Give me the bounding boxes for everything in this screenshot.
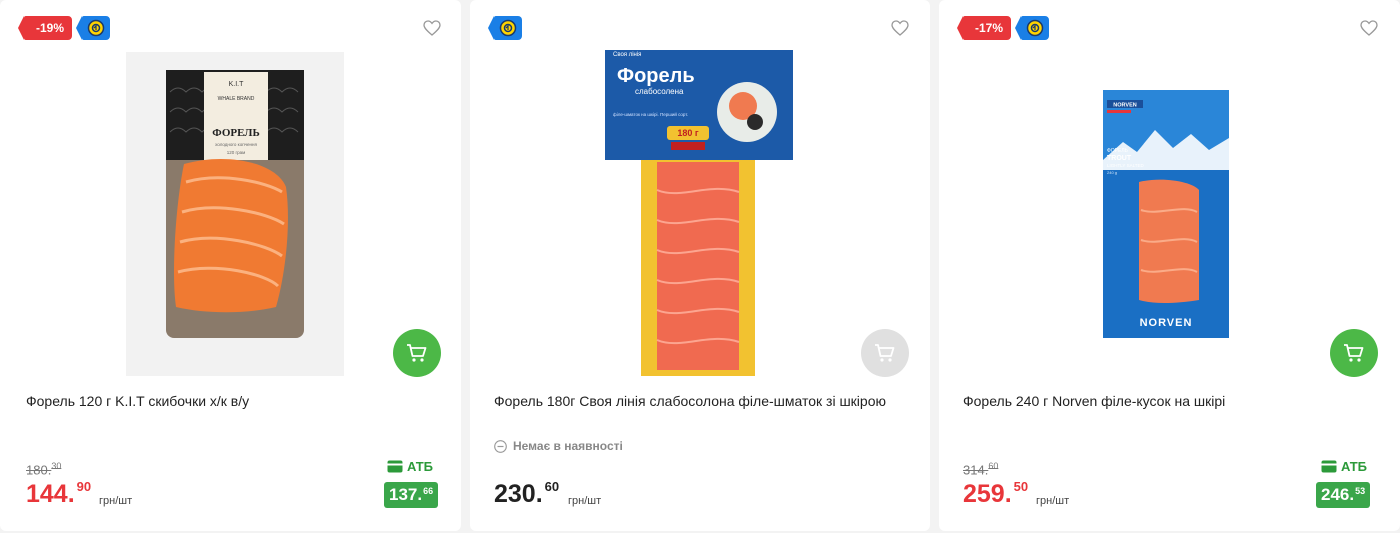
package-brand-sub: WHALE BRAND: [218, 96, 255, 102]
product-image[interactable]: NORVEN ФОРЕЛЬ TROUT LIGHTLY SALTED 240 g…: [1103, 90, 1229, 338]
price-int: 230.: [494, 480, 543, 508]
package-sub-en: LIGHTLY SALTED: [1107, 163, 1145, 168]
coin-promo-icon: [488, 16, 522, 40]
favorite-heart-icon[interactable]: [423, 20, 441, 36]
favorite-heart-icon[interactable]: [1360, 20, 1378, 36]
current-price: 144. 90: [26, 478, 91, 510]
product-card[interactable]: -17% NORVEN ФОРЕЛЬ TROUT LIGHTLY SALTED …: [939, 0, 1400, 531]
discount-badge: -19%: [17, 16, 73, 40]
package-name-en: TROUT: [1107, 155, 1132, 162]
old-price: 314.60: [963, 461, 998, 477]
product-title[interactable]: Форель 120 г K.I.T скибочки х/к в/у: [26, 390, 436, 413]
stock-status-text: Немає в наявності: [513, 439, 623, 453]
discount-badge: -17%: [956, 16, 1012, 40]
card-icon: [1321, 460, 1337, 473]
price-cents: 60: [544, 479, 560, 494]
package-name: ФОРЕЛЬ: [212, 127, 260, 139]
old-price-cents: 60: [988, 461, 999, 471]
product-title[interactable]: Форель 240 г Norven філе-кусок на шкірі: [963, 390, 1373, 413]
package-tagline: філе-шматок на шкірі. Перший сорт.: [613, 111, 688, 117]
product-image[interactable]: K.I.T WHALE BRAND ФОРЕЛЬ холодного копче…: [126, 52, 344, 376]
current-price: 259. 50: [963, 478, 1028, 510]
loyalty-price-int: 137.: [389, 485, 423, 504]
product-card[interactable]: Своя лінія Форель слабосолена філе-шмато…: [470, 0, 930, 531]
add-to-cart-button[interactable]: [1330, 329, 1378, 377]
stock-status: Немає в наявності: [494, 439, 623, 453]
loyalty-price-cents: 53: [1355, 486, 1366, 496]
minus-circle-icon: [494, 439, 507, 453]
current-price: 230. 60: [494, 478, 559, 510]
package-desc: холодного копчення: [215, 142, 257, 147]
loyalty-price: 246. 53: [1316, 482, 1371, 508]
package-name-ua: ФОРЕЛЬ: [1107, 148, 1129, 154]
price-unit: грн/шт: [568, 495, 602, 507]
price-unit: грн/шт: [99, 495, 133, 507]
package-sub: слабосолена: [635, 87, 684, 96]
loyalty-price-cents: 66: [423, 486, 434, 496]
price-unit: грн/шт: [1036, 495, 1070, 507]
old-price-int: 314.: [963, 462, 989, 478]
product-title[interactable]: Форель 180г Своя лінія слабосолона філе-…: [494, 390, 904, 413]
card-label-text: АТБ: [1341, 459, 1368, 474]
badges: -17%: [956, 16, 1050, 40]
package-brand: NORVEN: [1140, 317, 1193, 329]
loyalty-price-int: 246.: [1321, 485, 1355, 504]
package-brand: Своя лінія: [613, 52, 641, 58]
package-weight: 120 грам: [227, 150, 246, 155]
package-brand-top: NORVEN: [1113, 103, 1136, 109]
price-cents: 90: [76, 479, 92, 494]
package-name: Форель: [617, 65, 695, 87]
price-int: 144.: [26, 480, 75, 508]
card-icon: [387, 460, 403, 473]
badges: -19%: [17, 16, 111, 40]
add-to-cart-button[interactable]: [861, 329, 909, 377]
package-brand: K.I.T: [229, 81, 245, 88]
package-weight: 180 г: [677, 128, 699, 138]
old-price-cents: 30: [51, 461, 62, 471]
product-card[interactable]: -19% K.I.T WHALE BRAND ФОРЕЛЬ холодного …: [0, 0, 461, 531]
badges: [488, 16, 522, 40]
price-int: 259.: [963, 480, 1012, 508]
loyalty-card-label: АТБ: [1321, 459, 1367, 474]
old-price-int: 180.: [26, 462, 52, 478]
product-image[interactable]: Своя лінія Форель слабосолена філе-шмато…: [605, 50, 793, 376]
loyalty-card-label: АТБ: [387, 459, 433, 474]
favorite-heart-icon[interactable]: [891, 20, 909, 36]
price-cents: 50: [1013, 479, 1029, 494]
card-label-text: АТБ: [407, 459, 434, 474]
coin-promo-icon: [1015, 16, 1050, 40]
coin-promo-icon: [76, 16, 111, 40]
loyalty-price: 137. 66: [384, 482, 439, 508]
add-to-cart-button[interactable]: [393, 329, 441, 377]
package-weight: 240 g: [1107, 170, 1117, 175]
old-price: 180.30: [26, 461, 61, 477]
